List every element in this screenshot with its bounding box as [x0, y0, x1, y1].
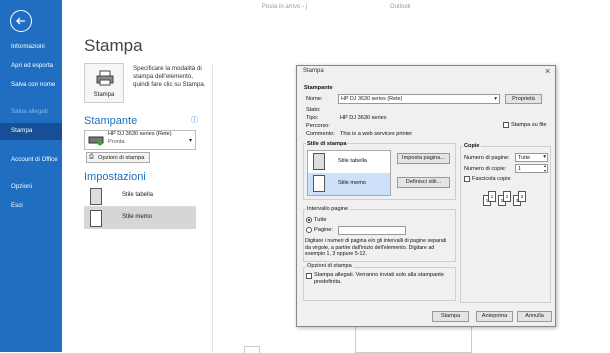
style-item-label: Stile memo: [338, 180, 366, 186]
preview-page: [355, 327, 472, 353]
copies-label: Copie: [463, 143, 481, 149]
sidebar-item-account-office[interactable]: Account di Office: [11, 156, 59, 164]
settings-heading: Impostazioni: [84, 171, 146, 183]
info-icon[interactable]: ⓘ: [191, 115, 198, 125]
back-button[interactable]: [10, 10, 32, 32]
dialog-preview-button[interactable]: Anteprima: [476, 311, 513, 322]
app-name: Outlook: [390, 4, 411, 10]
define-styles-button[interactable]: Definisci stili...: [397, 177, 450, 188]
dialog-print-button[interactable]: Stampa: [432, 311, 469, 322]
comment-label: Commento:: [306, 131, 335, 137]
collate-checkbox[interactable]: [464, 176, 470, 182]
print-attachments-label: Stampa allegati. Verranno inviati solo a…: [314, 272, 444, 285]
chevron-down-icon: ▾: [494, 96, 497, 102]
printer-status: Pronta: [108, 139, 125, 145]
collate-illustration-icon: 1 1 2 2 3 3: [483, 191, 533, 209]
sidebar-item-informazioni[interactable]: Informazioni: [11, 43, 59, 51]
all-pages-radio[interactable]: [306, 217, 312, 223]
chevron-down-icon: ▾: [189, 138, 193, 144]
page-range-label: Intervallo pagine: [306, 206, 350, 212]
path-label: Percorso:: [306, 123, 330, 129]
print-button-label: Stampa: [93, 92, 115, 98]
page-setup-button[interactable]: Imposta pagina...: [397, 153, 450, 164]
memo-style-icon: [90, 210, 102, 227]
type-label: Tipo:: [306, 115, 319, 121]
pages-count-select[interactable]: Tutte ▾: [515, 153, 548, 162]
style-item-memo[interactable]: Stile memo: [84, 207, 196, 229]
style-item-label: Stile memo: [122, 214, 153, 220]
print-description: Specificare la modalità di stampa dell'e…: [133, 65, 206, 88]
table-style-icon: [313, 153, 325, 170]
copies-count-value: 1: [518, 166, 521, 172]
comment-value: This is a web services printer: [340, 131, 413, 137]
back-arrow-icon: [16, 17, 25, 25]
backstage-sidebar: [0, 0, 62, 352]
stepper-icon[interactable]: ▴ ▾: [544, 163, 546, 173]
printer-name-select[interactable]: HP DJ 3630 series (Rete) ▾: [338, 94, 500, 104]
printer-name: HP DJ 3630 series (Rete): [108, 131, 172, 137]
pages-count-value: Tutte: [518, 155, 531, 161]
divider: [212, 65, 213, 352]
dialog-cancel-button[interactable]: Annulla: [517, 311, 552, 322]
print-style-label: Stile di stampa: [306, 141, 348, 147]
printer-name-value: HP DJ 3630 series (Rete): [341, 96, 403, 102]
sidebar-item-stampa[interactable]: Stampa: [11, 127, 59, 135]
style-item-tabella[interactable]: Stile tabella: [84, 185, 196, 207]
pages-radio[interactable]: [306, 227, 312, 233]
state-label: Stato:: [306, 107, 321, 113]
sidebar-item-salva-allegati: Salva allegati: [11, 108, 48, 115]
print-to-file-label: Stampa su file: [511, 122, 547, 128]
dialog-style-memo[interactable]: Stile memo: [308, 173, 390, 195]
print-options-icon: ⎙: [89, 154, 94, 160]
page-title: Stampa: [84, 36, 143, 55]
sidebar-item-salva-con-nome[interactable]: Salva con nome: [11, 81, 59, 89]
copies-count-label: Numero di copie:: [464, 166, 507, 172]
pages-input[interactable]: [338, 226, 406, 235]
style-item-label: Stile tabella: [122, 192, 154, 198]
printer-icon: [96, 70, 114, 86]
type-value: HP DJ 3630 series: [340, 115, 387, 121]
network-printer-icon: [88, 136, 104, 146]
page-range-hint: Digitare i numeri di pagina e/o gli inte…: [305, 238, 447, 257]
sidebar-item-apri-esporta[interactable]: Apri ed esporta: [11, 62, 59, 70]
printer-section-label: Stampante: [304, 85, 333, 91]
chevron-down-icon: ▾: [543, 154, 546, 160]
table-style-icon: [90, 188, 102, 205]
dialog-title: Stampa: [303, 68, 324, 74]
sidebar-item-opzioni[interactable]: Opzioni: [11, 183, 59, 191]
copies-count-input[interactable]: 1 ▴ ▾: [515, 163, 548, 173]
memo-style-icon: [313, 175, 325, 192]
style-item-label: Stile tabella: [338, 158, 367, 164]
collate-label: Fascicola copie: [472, 176, 511, 182]
print-options-button[interactable]: ⎙ Opzioni di stampa: [86, 152, 150, 163]
all-pages-label: Tutte: [314, 217, 327, 223]
name-label: Nome:: [306, 96, 323, 102]
print-to-file-checkbox[interactable]: [503, 122, 509, 128]
print-options-section-label: Opzioni di stampa: [306, 263, 353, 269]
print-attachments-checkbox[interactable]: [306, 273, 312, 279]
pages-radio-label: Pagine:: [314, 227, 333, 233]
printer-heading: Stampante: [84, 115, 138, 127]
pages-count-label: Numero di pagine:: [464, 155, 510, 161]
properties-button[interactable]: Proprietà: [505, 94, 542, 104]
print-options-label: Opzioni di stampa: [98, 154, 145, 161]
dialog-style-tabella[interactable]: Stile tabella: [308, 151, 390, 173]
close-icon[interactable]: ×: [545, 66, 550, 76]
sidebar-item-esci[interactable]: Esci: [11, 202, 59, 210]
window-title: Posta in arrivo - j: [262, 4, 308, 10]
